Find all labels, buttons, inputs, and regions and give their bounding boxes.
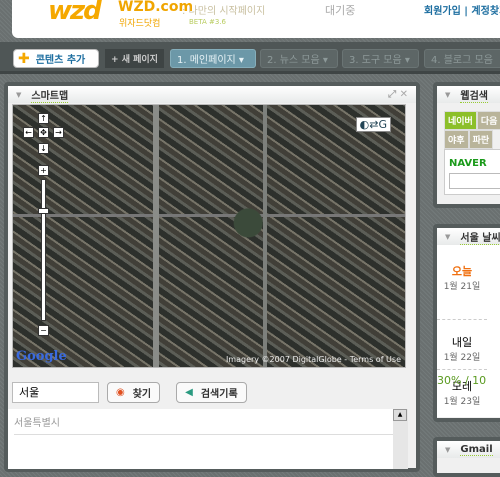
new-page-button[interactable]: + 새 페이지: [105, 49, 164, 68]
widget-title-bar[interactable]: ▼ Gmail: [437, 441, 500, 458]
pan-down-icon[interactable]: ↓: [38, 143, 49, 154]
map-attribution[interactable]: Imagery ©2007 DigitalGlobe - Terms of Us…: [226, 355, 401, 364]
add-content-label: 콘텐츠 추가: [35, 55, 86, 66]
widget-title: Gmail: [460, 443, 493, 456]
history-label: 검색기록: [200, 389, 238, 400]
widget-title: 웹검색: [460, 87, 488, 103]
zoom-slider[interactable]: [41, 179, 46, 321]
collapse-icon[interactable]: ▼: [445, 91, 450, 99]
brand-sub: 위자드닷컴: [119, 19, 161, 29]
day-label: 오늘: [451, 265, 473, 278]
rain-probability: 30% / 10: [437, 374, 487, 387]
scrollbar[interactable]: ▲: [393, 409, 408, 469]
map-search-row: 서울 ◉ 찾기 ◀ 검색기록: [12, 382, 247, 403]
beta-version: BETA #3.6: [189, 18, 226, 26]
day-date: 1월 22일: [443, 353, 481, 363]
map-source-toggle[interactable]: ◐⇄G: [355, 117, 391, 132]
satellite-map[interactable]: ↑ ← ✥ → ↓ + − ◐⇄G Google Imagery ©2007 D…: [12, 104, 406, 368]
day-label: 내일: [451, 336, 473, 349]
widget-title-bar[interactable]: ▼ 서울 날씨: [437, 228, 500, 245]
smartmap-widget: ▼ 스마트맵 ⤢ ✕ ↑ ← ✥ → ↓ + − ◐⇄G Google Image…: [4, 82, 420, 472]
search-icon: ◉: [116, 387, 125, 398]
scroll-up-icon[interactable]: ▲: [393, 409, 407, 421]
tab-naver[interactable]: 네이버: [444, 111, 477, 130]
zoom-out-icon[interactable]: −: [38, 325, 49, 336]
pan-right-icon[interactable]: →: [53, 127, 64, 138]
widget-title-bar[interactable]: ▼ 스마트맵 ⤢ ✕: [8, 86, 416, 103]
tab-tools[interactable]: 3. 도구 모음 ▾: [342, 49, 419, 68]
find-button[interactable]: ◉ 찾기: [107, 382, 161, 403]
header: wzd WZD.com : 나만의 시작페이지 위자드닷컴 BETA #3.6 …: [12, 0, 500, 38]
pan-left-icon[interactable]: ←: [23, 127, 34, 138]
widget-title: 스마트맵: [31, 87, 69, 103]
gmail-widget: ▼ Gmail: [433, 437, 500, 477]
search-results: 서울특별시 ▲: [8, 409, 408, 469]
widget-title-bar[interactable]: ▼ 웹검색: [437, 86, 500, 103]
websearch-input[interactable]: [449, 173, 500, 189]
map-search-input[interactable]: 서울: [12, 382, 99, 403]
widget-title: 서울 날씨: [460, 229, 500, 245]
status-text: 대기중: [325, 4, 356, 17]
tab-blogs[interactable]: 4. 블로그 모음: [424, 49, 500, 68]
tab-main-page[interactable]: 1. 메인페이지 ▾: [170, 49, 256, 68]
plus-icon: ✚: [18, 50, 30, 67]
google-logo: Google: [16, 349, 67, 364]
back-arrow-icon: ◀: [185, 387, 193, 398]
day-date: 1월 23일: [443, 397, 481, 407]
search-history-button[interactable]: ◀ 검색기록: [176, 382, 247, 403]
collapse-icon[interactable]: ▼: [16, 91, 21, 99]
toolbar: ✚ 콘텐츠 추가 + 새 페이지 1. 메인페이지 ▾ 2. 뉴스 모음 ▾ 3.…: [0, 42, 500, 74]
websearch-widget: ▼ 웹검색 네이버 다음 야후 파란 NAVER: [433, 82, 500, 208]
account-links[interactable]: 회원가입 | 계정찾기: [424, 2, 500, 17]
wzd-logo[interactable]: wzd: [48, 0, 102, 26]
tab-paran[interactable]: 파란: [468, 130, 494, 149]
collapse-icon[interactable]: ▼: [445, 233, 450, 241]
collapse-icon[interactable]: ▼: [445, 446, 450, 454]
result-item[interactable]: 서울특별시: [14, 414, 394, 435]
zoom-in-icon[interactable]: +: [38, 165, 49, 176]
tagline: : 나만의 시작페이지: [182, 6, 266, 17]
day-date: 1월 21일: [443, 282, 481, 292]
expand-close-icons[interactable]: ⤢ ✕: [388, 89, 408, 100]
naver-logo: NAVER: [449, 158, 487, 169]
tab-yahoo[interactable]: 야후: [444, 130, 469, 149]
zoom-slider-handle[interactable]: [38, 208, 49, 214]
pan-up-icon[interactable]: ↑: [38, 113, 49, 124]
add-content-button[interactable]: ✚ 콘텐츠 추가: [13, 49, 99, 68]
pan-center-icon[interactable]: ✥: [38, 127, 49, 138]
find-label: 찾기: [132, 389, 152, 400]
weather-widget: ▼ 서울 날씨 오늘 1월 21일 내일 1월 22일 모레 1월 23일 30% / …: [433, 224, 500, 422]
tab-daum[interactable]: 다음: [476, 111, 500, 130]
tab-news[interactable]: 2. 뉴스 모음 ▾: [260, 49, 338, 68]
